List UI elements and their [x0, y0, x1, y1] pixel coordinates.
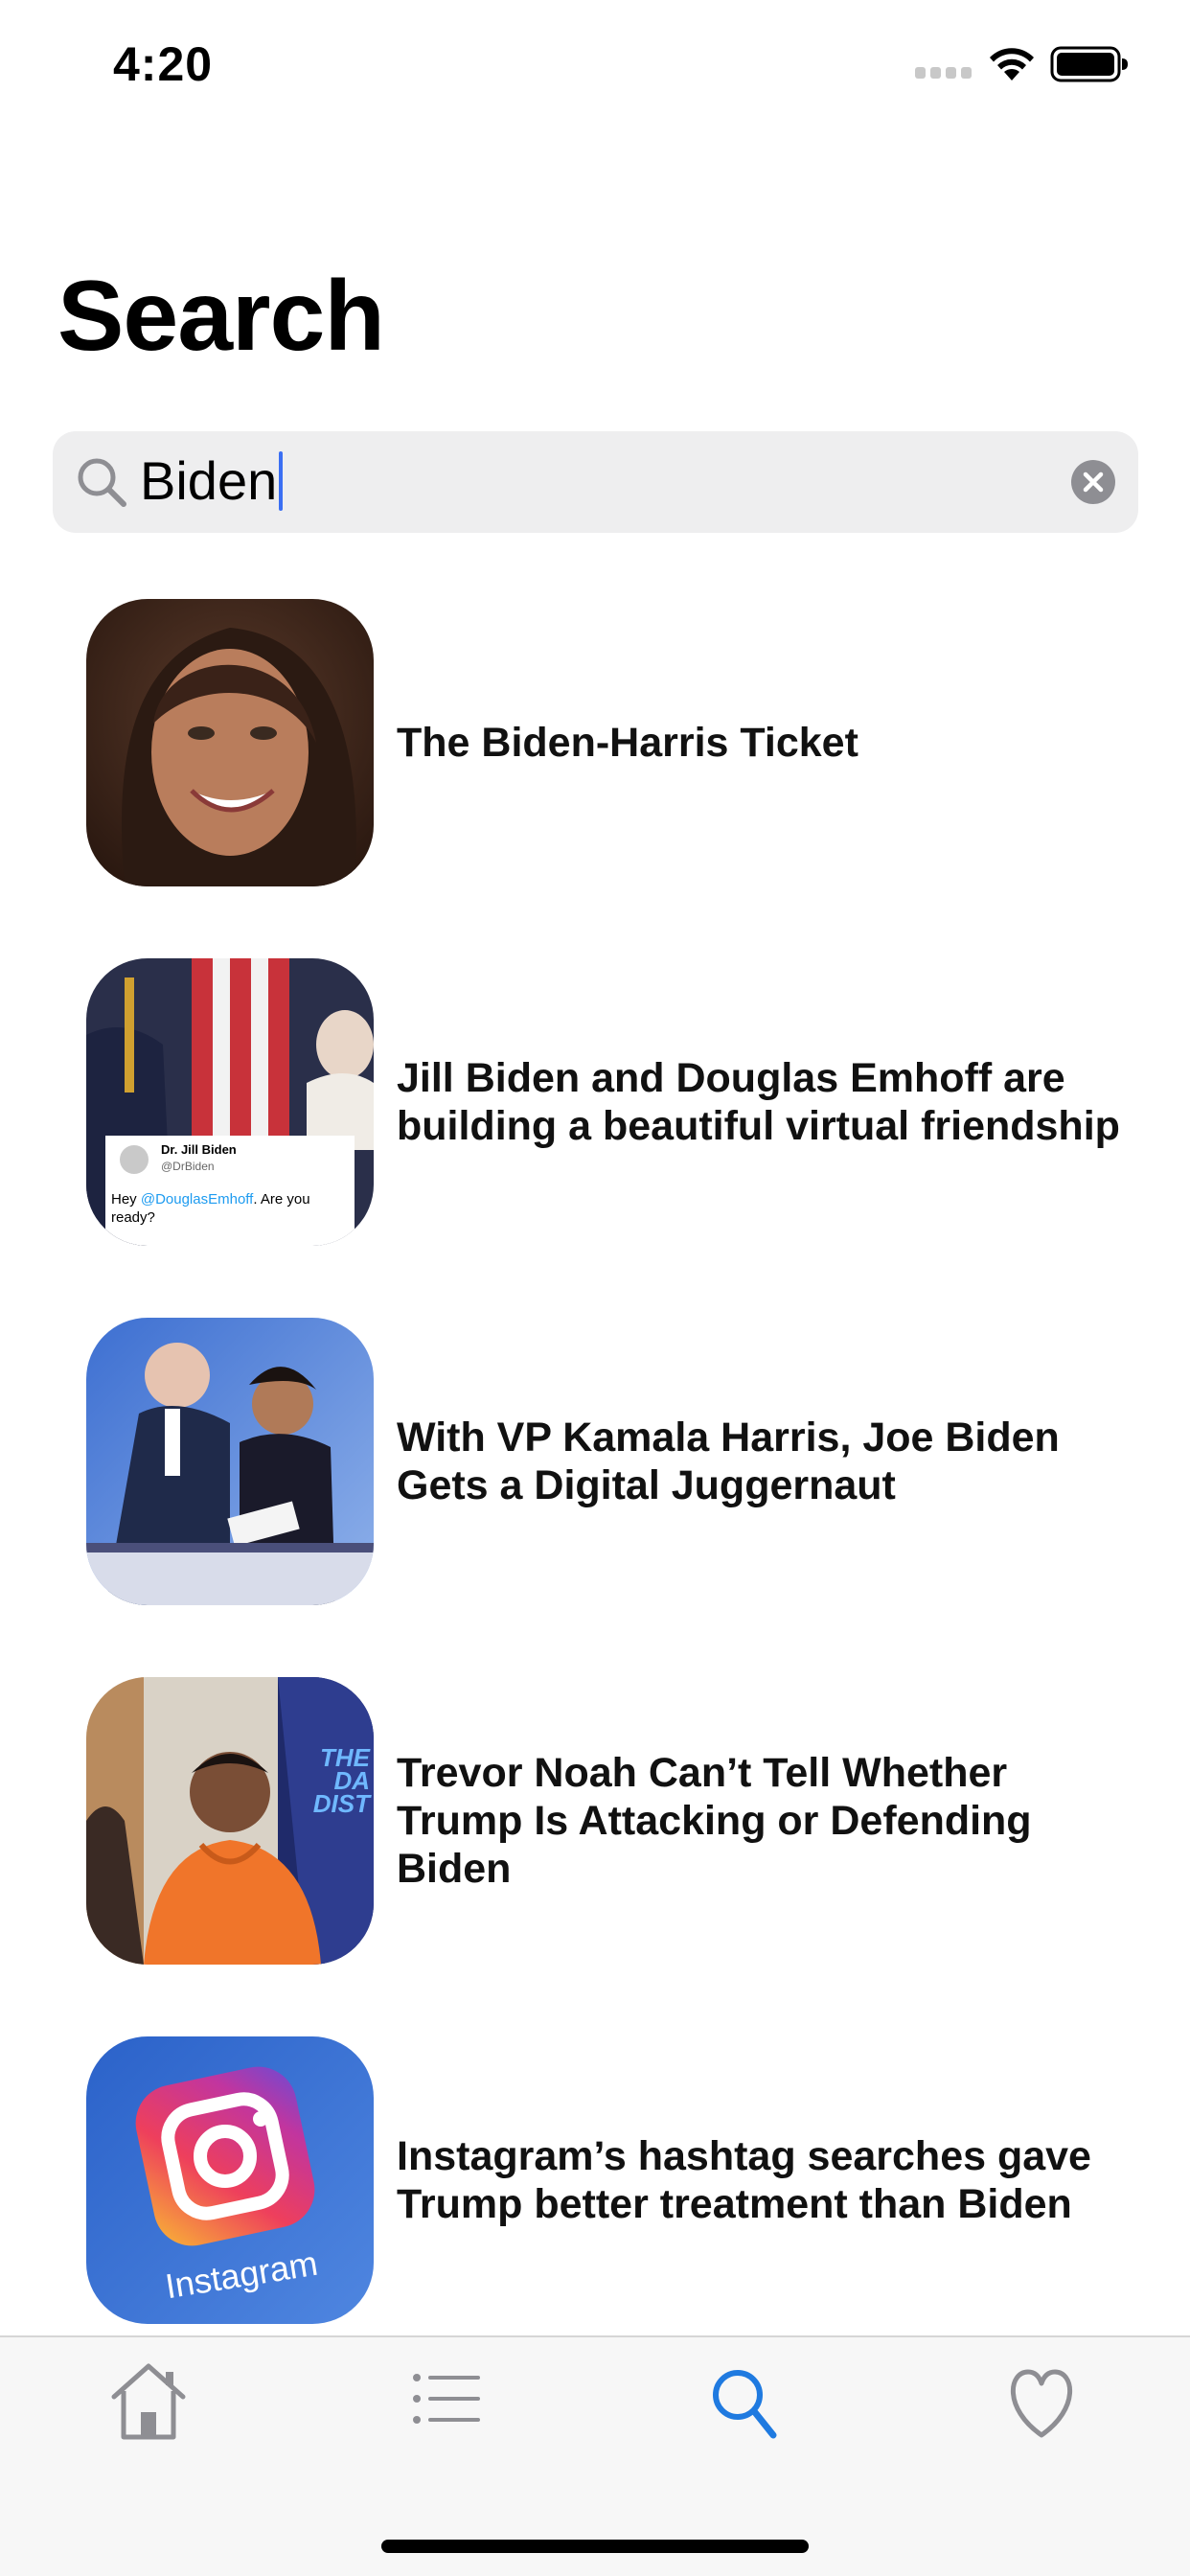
page-title: Search	[57, 261, 385, 372]
list-item[interactable]: Dr. Jill Biden @DrBiden Hey @DouglasEmho…	[0, 958, 1190, 1246]
result-title: With VP Kamala Harris, Joe Biden Gets a …	[397, 1414, 1060, 1508]
battery-icon	[1050, 46, 1128, 82]
tab-favorites[interactable]	[984, 2358, 1099, 2445]
text-caret	[279, 451, 284, 511]
list-icon	[413, 2374, 480, 2424]
tweet-author-name: Dr. Jill Biden	[161, 1142, 237, 1157]
article-thumbnail: THE DA DIST	[86, 1677, 374, 1965]
result-title: Jill Biden and Douglas Emhoff are buildi…	[397, 1055, 1120, 1149]
tweet-text: Hey @DouglasEmhoff. Are you ready?	[111, 1190, 351, 1227]
status-bar: 4:20	[0, 0, 1190, 126]
list-item[interactable]: THE DA DIST Trevor Noah Can’t Tell Wheth…	[0, 1677, 1190, 1965]
list-item[interactable]: The Biden-Harris Ticket	[0, 599, 1190, 886]
tab-list[interactable]	[388, 2358, 503, 2445]
result-title: Instagram’s hashtag searches gave Trump …	[397, 2133, 1091, 2227]
cellular-signal-icon	[915, 67, 973, 80]
clear-search-button[interactable]	[1071, 460, 1115, 504]
tab-search[interactable]	[685, 2358, 800, 2445]
heart-icon	[1010, 2369, 1073, 2438]
wifi-icon	[990, 48, 1034, 80]
tweet-text-prefix: Hey	[111, 1191, 141, 1208]
tab-home[interactable]	[91, 2358, 206, 2445]
search-icon	[78, 458, 126, 507]
search-icon	[713, 2370, 777, 2439]
article-thumbnail	[86, 599, 374, 886]
search-query: Biden	[140, 450, 284, 512]
thumbnail-sign-text: THE DA DIST	[312, 1743, 370, 1818]
home-icon	[111, 2363, 186, 2440]
result-title: The Biden-Harris Ticket	[397, 720, 858, 766]
result-title: Trevor Noah Can’t Tell Whether Trump Is …	[397, 1750, 1032, 1892]
home-indicator[interactable]	[381, 2540, 809, 2553]
search-input[interactable]: Biden	[53, 431, 1138, 533]
search-query-text: Biden	[140, 450, 278, 511]
article-thumbnail	[86, 1318, 374, 1605]
status-time: 4:20	[113, 37, 214, 91]
tweet-author-handle: @DrBiden	[161, 1160, 215, 1173]
article-thumbnail: Dr. Jill Biden @DrBiden Hey @DouglasEmho…	[86, 958, 374, 1246]
list-item[interactable]: Instagram Instagram’s hashtag searches g…	[0, 2036, 1190, 2324]
list-item[interactable]: With VP Kamala Harris, Joe Biden Gets a …	[0, 1318, 1190, 1605]
tweet-mention: @DouglasEmhoff	[140, 1191, 254, 1208]
article-thumbnail: Instagram	[86, 2036, 374, 2324]
